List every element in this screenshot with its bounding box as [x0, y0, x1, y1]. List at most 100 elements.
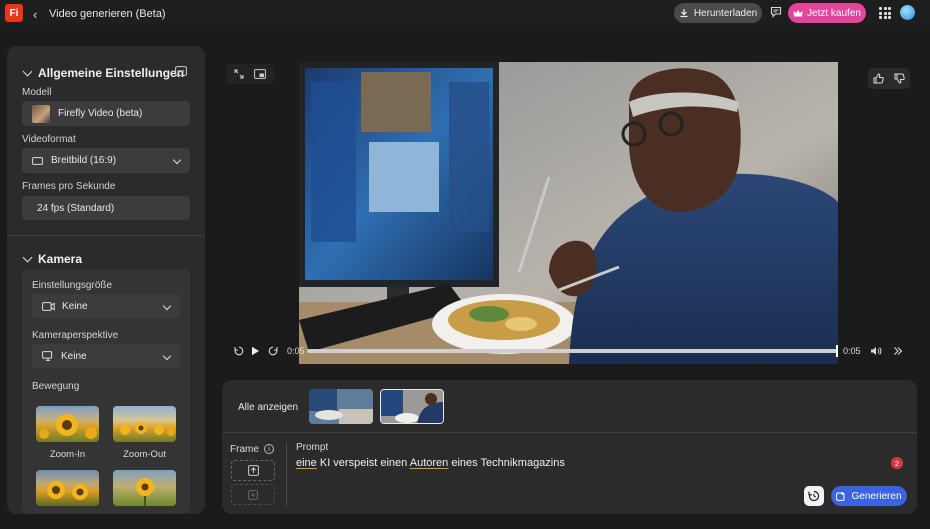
total-time: 0:05	[843, 346, 861, 356]
view-controls	[226, 64, 274, 84]
page-title: Video generieren (Beta)	[49, 8, 166, 20]
video-format-value: Breitbild (16:9)	[51, 155, 117, 166]
camera-angle-icon	[42, 351, 53, 361]
back-chevron-icon[interactable]: ‹	[33, 7, 37, 22]
chevron-down-icon	[162, 301, 172, 311]
fps-value: 24 fps (Standard)	[37, 202, 115, 214]
generated-video-frame	[299, 62, 838, 364]
generate-button[interactable]: Generieren	[831, 486, 907, 506]
user-avatar[interactable]	[900, 5, 915, 20]
zoom-in-label: Zoom-In	[49, 449, 86, 460]
camera-title: Kamera	[38, 252, 83, 266]
general-settings-header[interactable]: Allgemeine Einstellungen	[22, 66, 185, 80]
settings-panel: Allgemeine Einstellungen Modell Firefly …	[7, 46, 205, 514]
volume-icon[interactable]	[870, 346, 882, 356]
model-label: Modell	[22, 87, 52, 98]
generate-icon	[836, 491, 845, 501]
video-camera-icon	[42, 301, 55, 311]
prompt-label: Prompt	[296, 442, 329, 453]
model-select[interactable]: Firefly Video (beta)	[22, 101, 190, 126]
buy-now-button[interactable]: Jetzt kaufen	[788, 3, 866, 23]
sunflower-image	[47, 481, 88, 500]
fps-select[interactable]: 24 fps (Standard)	[22, 196, 190, 220]
shot-size-value: Keine	[62, 300, 88, 312]
video-thumbnail-image	[381, 390, 443, 423]
motion-label: Bewegung	[32, 381, 80, 392]
forward-icon[interactable]	[268, 346, 278, 356]
upload-icon	[247, 465, 259, 476]
top-bar: Fi ‹ Video generieren (Beta) Herunterlad…	[0, 0, 930, 30]
settings-image-icon[interactable]	[175, 66, 187, 76]
add-frame-icon	[248, 489, 258, 500]
double-chevron-right-icon[interactable]	[893, 346, 903, 356]
progress-fill	[307, 349, 838, 353]
motion-zoom-out-option[interactable]	[113, 406, 176, 442]
chevron-down-icon	[172, 155, 182, 165]
chevron-down-icon	[22, 66, 33, 77]
section-divider	[7, 235, 205, 236]
thumbs-down-icon[interactable]	[894, 73, 905, 84]
chevron-down-icon	[22, 252, 33, 263]
motion-zoom-in-option[interactable]	[36, 406, 99, 442]
sunflower-field-image	[120, 422, 175, 436]
video-preview[interactable]	[299, 62, 838, 364]
shot-size-select[interactable]: Keine	[32, 294, 180, 318]
video-format-select[interactable]: Breitbild (16:9)	[22, 148, 190, 173]
progress-track[interactable]	[307, 345, 838, 357]
shot-size-label: Einstellungsgröße	[32, 280, 113, 291]
prompt-text-segment: eines Technikmagazins	[448, 457, 565, 469]
player-controls: 0:05 0:05	[226, 340, 912, 362]
motion-option-3[interactable]	[36, 470, 99, 506]
prompt-text-segment: KI verspeist einen	[316, 457, 410, 469]
rating-controls	[868, 68, 910, 89]
expand-icon[interactable]	[234, 69, 244, 79]
comment-icon[interactable]	[770, 6, 782, 18]
info-icon[interactable]: i	[264, 444, 274, 454]
download-label: Herunterladen	[693, 7, 758, 19]
prompt-word-flagged: Autoren	[409, 457, 449, 469]
variation-thumbnail-1[interactable]	[309, 389, 373, 424]
prompt-word-flagged: eine	[296, 457, 317, 469]
show-all-link[interactable]: Alle anzeigen	[238, 402, 298, 413]
crown-icon	[793, 9, 803, 16]
history-icon	[808, 490, 820, 502]
video-thumbnail-image	[309, 389, 373, 424]
buy-now-label: Jetzt kaufen	[807, 7, 861, 19]
video-format-label: Videoformat	[22, 134, 76, 145]
camera-settings-box: Einstellungsgröße Keine Kameraperspektiv…	[22, 269, 190, 514]
progress-handle[interactable]	[836, 345, 838, 357]
play-icon[interactable]	[251, 346, 260, 356]
download-icon	[680, 9, 688, 18]
apps-grid-icon[interactable]	[879, 7, 891, 19]
camera-angle-label: Kameraperspektive	[32, 330, 119, 341]
general-settings-title: Allgemeine Einstellungen	[38, 66, 185, 80]
camera-angle-select[interactable]: Keine	[32, 344, 180, 368]
frame-prompt-divider	[286, 442, 287, 506]
camera-header[interactable]: Kamera	[22, 252, 83, 266]
rewind-icon[interactable]	[234, 346, 244, 356]
picture-in-picture-icon[interactable]	[254, 69, 266, 79]
prompt-input[interactable]: eine KI verspeist einen Autoren eines Te…	[296, 457, 565, 469]
end-frame-upload[interactable]	[231, 484, 275, 505]
sunflower-image	[136, 478, 154, 506]
download-button[interactable]: Herunterladen	[674, 3, 762, 23]
history-button[interactable]	[804, 486, 824, 506]
widescreen-icon	[32, 156, 43, 165]
prompt-panel: Alle anzeigen Frame i Prompt eine KI ver…	[222, 380, 917, 514]
frame-label: Frame	[230, 444, 259, 455]
generate-label: Generieren	[851, 490, 902, 502]
sunflower-image	[39, 414, 97, 439]
fps-label: Frames pro Sekunde	[22, 181, 116, 192]
model-thumbnail	[32, 104, 50, 123]
motion-option-4[interactable]	[113, 470, 176, 506]
model-value: Firefly Video (beta)	[58, 108, 143, 119]
issue-count-badge[interactable]: 2	[891, 457, 903, 469]
chevron-down-icon	[162, 351, 172, 361]
start-frame-upload[interactable]	[231, 460, 275, 481]
zoom-out-label: Zoom-Out	[123, 449, 166, 460]
camera-angle-value: Keine	[61, 350, 87, 362]
firefly-app-icon[interactable]: Fi	[5, 4, 23, 22]
thumbs-up-icon[interactable]	[873, 73, 884, 84]
variation-thumbnail-2-selected[interactable]	[380, 389, 444, 424]
current-time: 0:05	[287, 346, 305, 356]
